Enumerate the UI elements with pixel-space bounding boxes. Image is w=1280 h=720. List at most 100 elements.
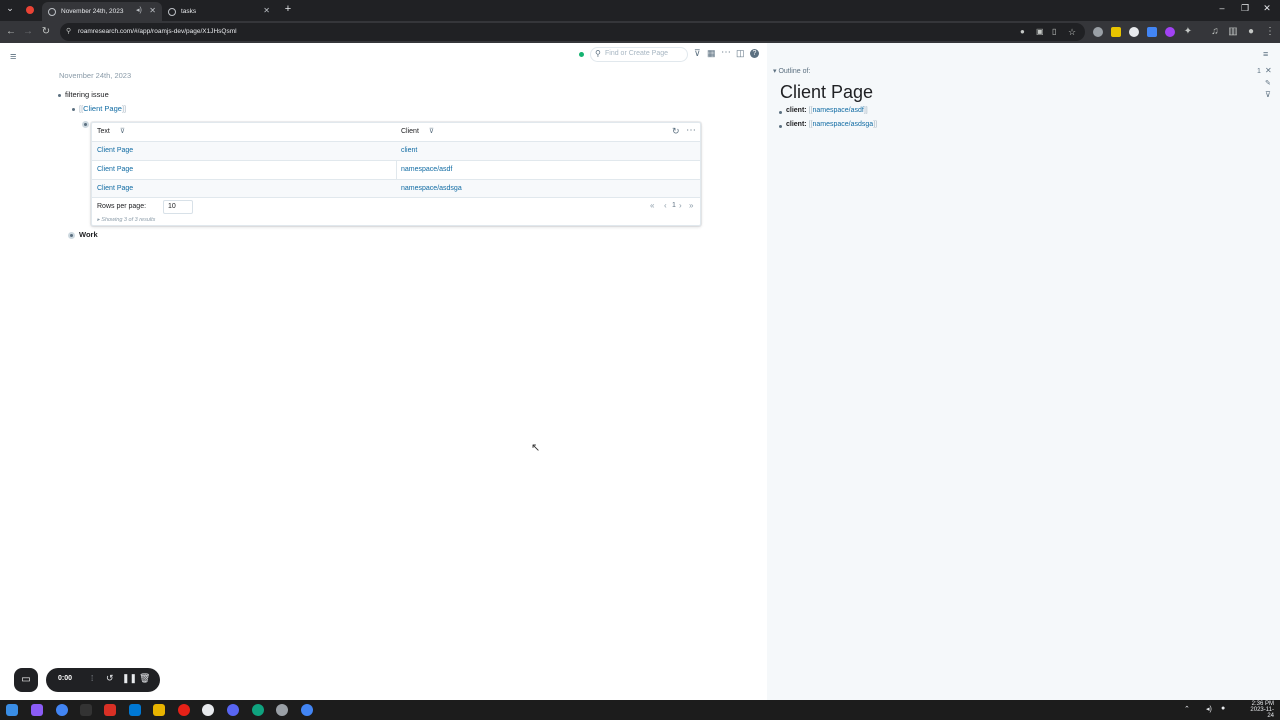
chrome-app-icon[interactable] [56,704,68,716]
query-block-bullet[interactable] [82,121,89,128]
sidebar-page-title[interactable]: Client Page [780,82,873,103]
filter-icon[interactable]: ⊽ [694,48,701,59]
site-info-icon[interactable]: ⚲ [66,23,71,41]
vscode-app-icon[interactable] [129,704,141,716]
camera-toggle-icon[interactable]: ▭ [14,668,38,692]
tab-tasks[interactable]: tasks ✕ [162,2,276,21]
block-filtering-issue[interactable]: filtering issue [65,90,109,99]
address-bar[interactable]: ⚲ roamresearch.com/#/app/roamjs-dev/page… [60,23,1085,41]
sidebar-block[interactable]: client: [[namespace/asdsga]] [786,121,877,128]
first-page-icon[interactable]: « [650,201,654,210]
extension-icon[interactable] [1111,27,1121,37]
block-bullet[interactable] [779,125,782,128]
minimize-icon[interactable]: – [1215,3,1229,13]
refresh-icon[interactable]: ↻ [672,126,680,137]
page-link[interactable]: namespace/asdsga [812,121,873,128]
table-cell-link[interactable]: Client Page [92,161,133,179]
discord-app-icon[interactable] [227,704,239,716]
close-window-icon[interactable]: ✕ [1260,3,1274,14]
page-icon[interactable]: ▯ [1052,23,1056,41]
restore-icon[interactable]: ❐ [1238,3,1252,14]
extension-icon[interactable] [1129,27,1139,37]
rows-per-page-input[interactable]: 10 [163,200,193,214]
column-header-text[interactable]: Text ⊽ [92,123,125,141]
column-filter-icon[interactable]: ⊽ [429,128,434,135]
table-cell-link[interactable]: namespace/asdf [396,161,452,179]
taskbar-clock[interactable]: 2:36 PM 2023-11-24 [1244,701,1274,719]
speaker-icon[interactable]: ◂) [136,6,142,14]
app-icon[interactable] [104,704,116,716]
work-block-bullet[interactable] [68,232,75,239]
extension-icon[interactable] [1093,27,1103,37]
reload-icon[interactable]: ↻ [40,26,52,38]
column-header-client[interactable]: Client ⊽ [396,123,434,141]
tray-mic-icon[interactable]: ● [1221,705,1225,712]
help-icon[interactable]: ? [750,49,759,58]
page-link[interactable]: namespace/asdf [812,107,863,114]
table-cell-link[interactable]: namespace/asdsga [396,180,462,198]
sidebar-menu-icon[interactable]: ≡ [1263,49,1268,59]
chrome-menu-icon[interactable]: ⋮ [1264,26,1276,38]
delete-icon[interactable]: 🗑 [139,673,150,684]
block-bullet[interactable] [72,108,75,111]
install-app-icon[interactable]: ▣ [1036,23,1044,41]
calendar-icon[interactable]: ▦ [707,48,716,59]
sidebar-toggle-icon[interactable]: ≡ [10,51,16,63]
chrome-app-icon[interactable] [301,704,313,716]
block-client-page-ref[interactable]: [[Client Page]] [79,104,126,113]
page-link[interactable]: Client Page [83,104,122,113]
new-tab-icon[interactable]: + [281,3,295,15]
prev-page-icon[interactable]: ‹ [664,201,667,210]
search-box[interactable]: ⚲ Find or Create Page [590,47,688,62]
next-page-icon[interactable]: › [679,201,682,210]
app-icon[interactable] [202,704,214,716]
table-cell-link[interactable]: client [396,142,417,160]
table-cell-link[interactable]: Client Page [92,142,133,160]
media-icon[interactable]: ♫ [1209,26,1221,38]
restart-icon[interactable]: ↺ [106,673,114,684]
tray-chevron-icon[interactable]: ⌃ [1184,705,1190,713]
side-panel-icon[interactable]: ▥ [1227,26,1239,38]
app-icon[interactable] [31,704,43,716]
drag-handle-icon[interactable]: ⁞ [91,674,93,683]
close-outline-icon[interactable]: ✕ [1265,66,1272,75]
column-filter-icon[interactable]: ⊽ [120,128,125,135]
app-icon[interactable] [178,704,190,716]
search-input[interactable]: Find or Create Page [605,50,668,57]
tab-search-icon[interactable]: ⌄ [3,3,17,14]
page-title[interactable]: November 24th, 2023 [59,71,131,80]
block-work[interactable]: Work [79,230,98,239]
results-count[interactable]: ▸ Showing 3 of 3 results [97,217,155,223]
table-row: Client Page client [92,141,700,160]
block-bullet[interactable] [58,94,61,97]
sidebar-block[interactable]: client: [[namespace/asdf]] [786,107,868,114]
table-more-icon[interactable]: ⋯ [686,125,696,136]
more-options-icon[interactable]: ⋯ [721,47,731,58]
forward-icon[interactable]: → [22,26,34,38]
table-row: Client Page namespace/asdf [92,160,700,179]
block-bullet[interactable] [779,111,782,114]
back-icon[interactable]: ← [5,26,17,38]
terminal-app-icon[interactable] [80,704,92,716]
app-icon[interactable] [276,704,288,716]
tray-volume-icon[interactable]: ◂) [1206,705,1212,713]
last-page-icon[interactable]: » [689,201,693,210]
close-tab-icon[interactable]: ✕ [263,6,270,15]
microphone-icon[interactable]: ● [1020,23,1025,41]
sidebar-filter-icon[interactable]: ⊽ [1265,90,1271,99]
sidebar-panel-icon[interactable]: ◫ [736,48,745,59]
close-tab-icon[interactable]: ✕ [149,6,156,15]
table-cell-link[interactable]: Client Page [92,180,133,198]
outline-header[interactable]: ▾ Outline of: [773,67,810,75]
file-explorer-icon[interactable] [153,704,165,716]
extensions-puzzle-icon[interactable]: ✦ [1182,26,1194,38]
extension-icon[interactable] [1147,27,1157,37]
profile-icon[interactable]: ● [1245,26,1257,38]
edge-app-icon[interactable] [252,704,264,716]
start-icon[interactable] [6,704,18,716]
pin-icon[interactable]: ✎ [1265,79,1271,87]
tab-november-24th[interactable]: November 24th, 2023 ◂) ✕ [42,2,162,21]
extension-icon[interactable] [1165,27,1175,37]
bookmark-star-icon[interactable]: ☆ [1068,23,1076,41]
pause-icon[interactable]: ❚❚ [122,673,137,684]
